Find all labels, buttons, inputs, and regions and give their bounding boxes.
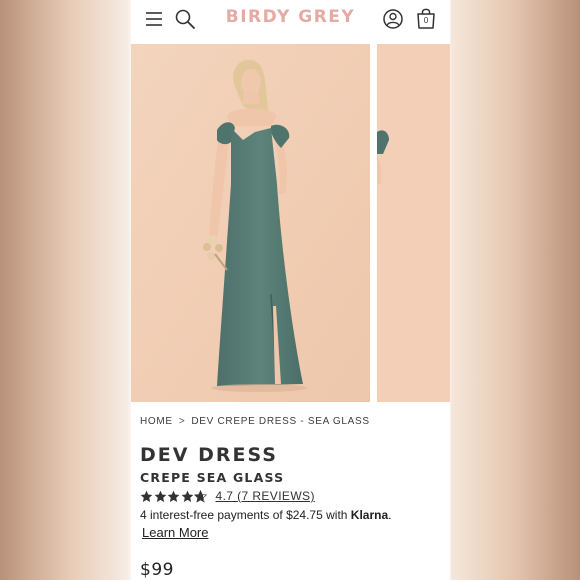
star-icon [140,490,153,502]
star-rating [140,489,208,503]
breadcrumb-separator: > [178,416,186,427]
site-header: BIRDY GREY 0 [131,0,450,44]
model-in-dress-image [131,44,370,402]
product-rating: 4.7 (7 REVIEWS) [140,488,315,504]
breadcrumb-current: DEV CREPE DRESS - SEA GLASS [191,416,370,427]
star-icon [154,490,166,502]
product-photo-next[interactable] [377,44,450,402]
product-photo-main[interactable] [131,44,370,402]
star-icon [167,490,180,502]
bag-count: 0 [423,16,429,25]
reviews-link[interactable]: 4.7 (7 REVIEWS) [216,489,315,503]
product-image-gallery[interactable] [131,44,450,402]
product-price: $99 [140,560,174,580]
klarna-learn-more-link[interactable]: Learn More [142,525,208,540]
shopping-bag-button[interactable]: 0 [415,6,437,30]
product-variant: CREPE SEA GLASS [140,470,285,485]
klarna-suffix: . [388,508,392,522]
klarna-text: 4 interest-free payments of $24.75 with [140,508,348,522]
mobile-page: BIRDY GREY 0 HOME > DEV CREPE DRESS - SE… [131,0,450,580]
breadcrumb-home-link[interactable]: HOME [140,416,173,427]
klarna-installments: 4 interest-free payments of $24.75 with … [140,508,392,522]
account-icon[interactable] [382,8,404,30]
model-back-view-image [377,44,450,402]
partial-star-icon [194,489,207,503]
klarna-logo: Klarna [350,508,389,522]
breadcrumb: HOME > DEV CREPE DRESS - SEA GLASS [140,416,370,427]
product-title: DEV DRESS [140,444,278,466]
star-icon [181,490,193,502]
